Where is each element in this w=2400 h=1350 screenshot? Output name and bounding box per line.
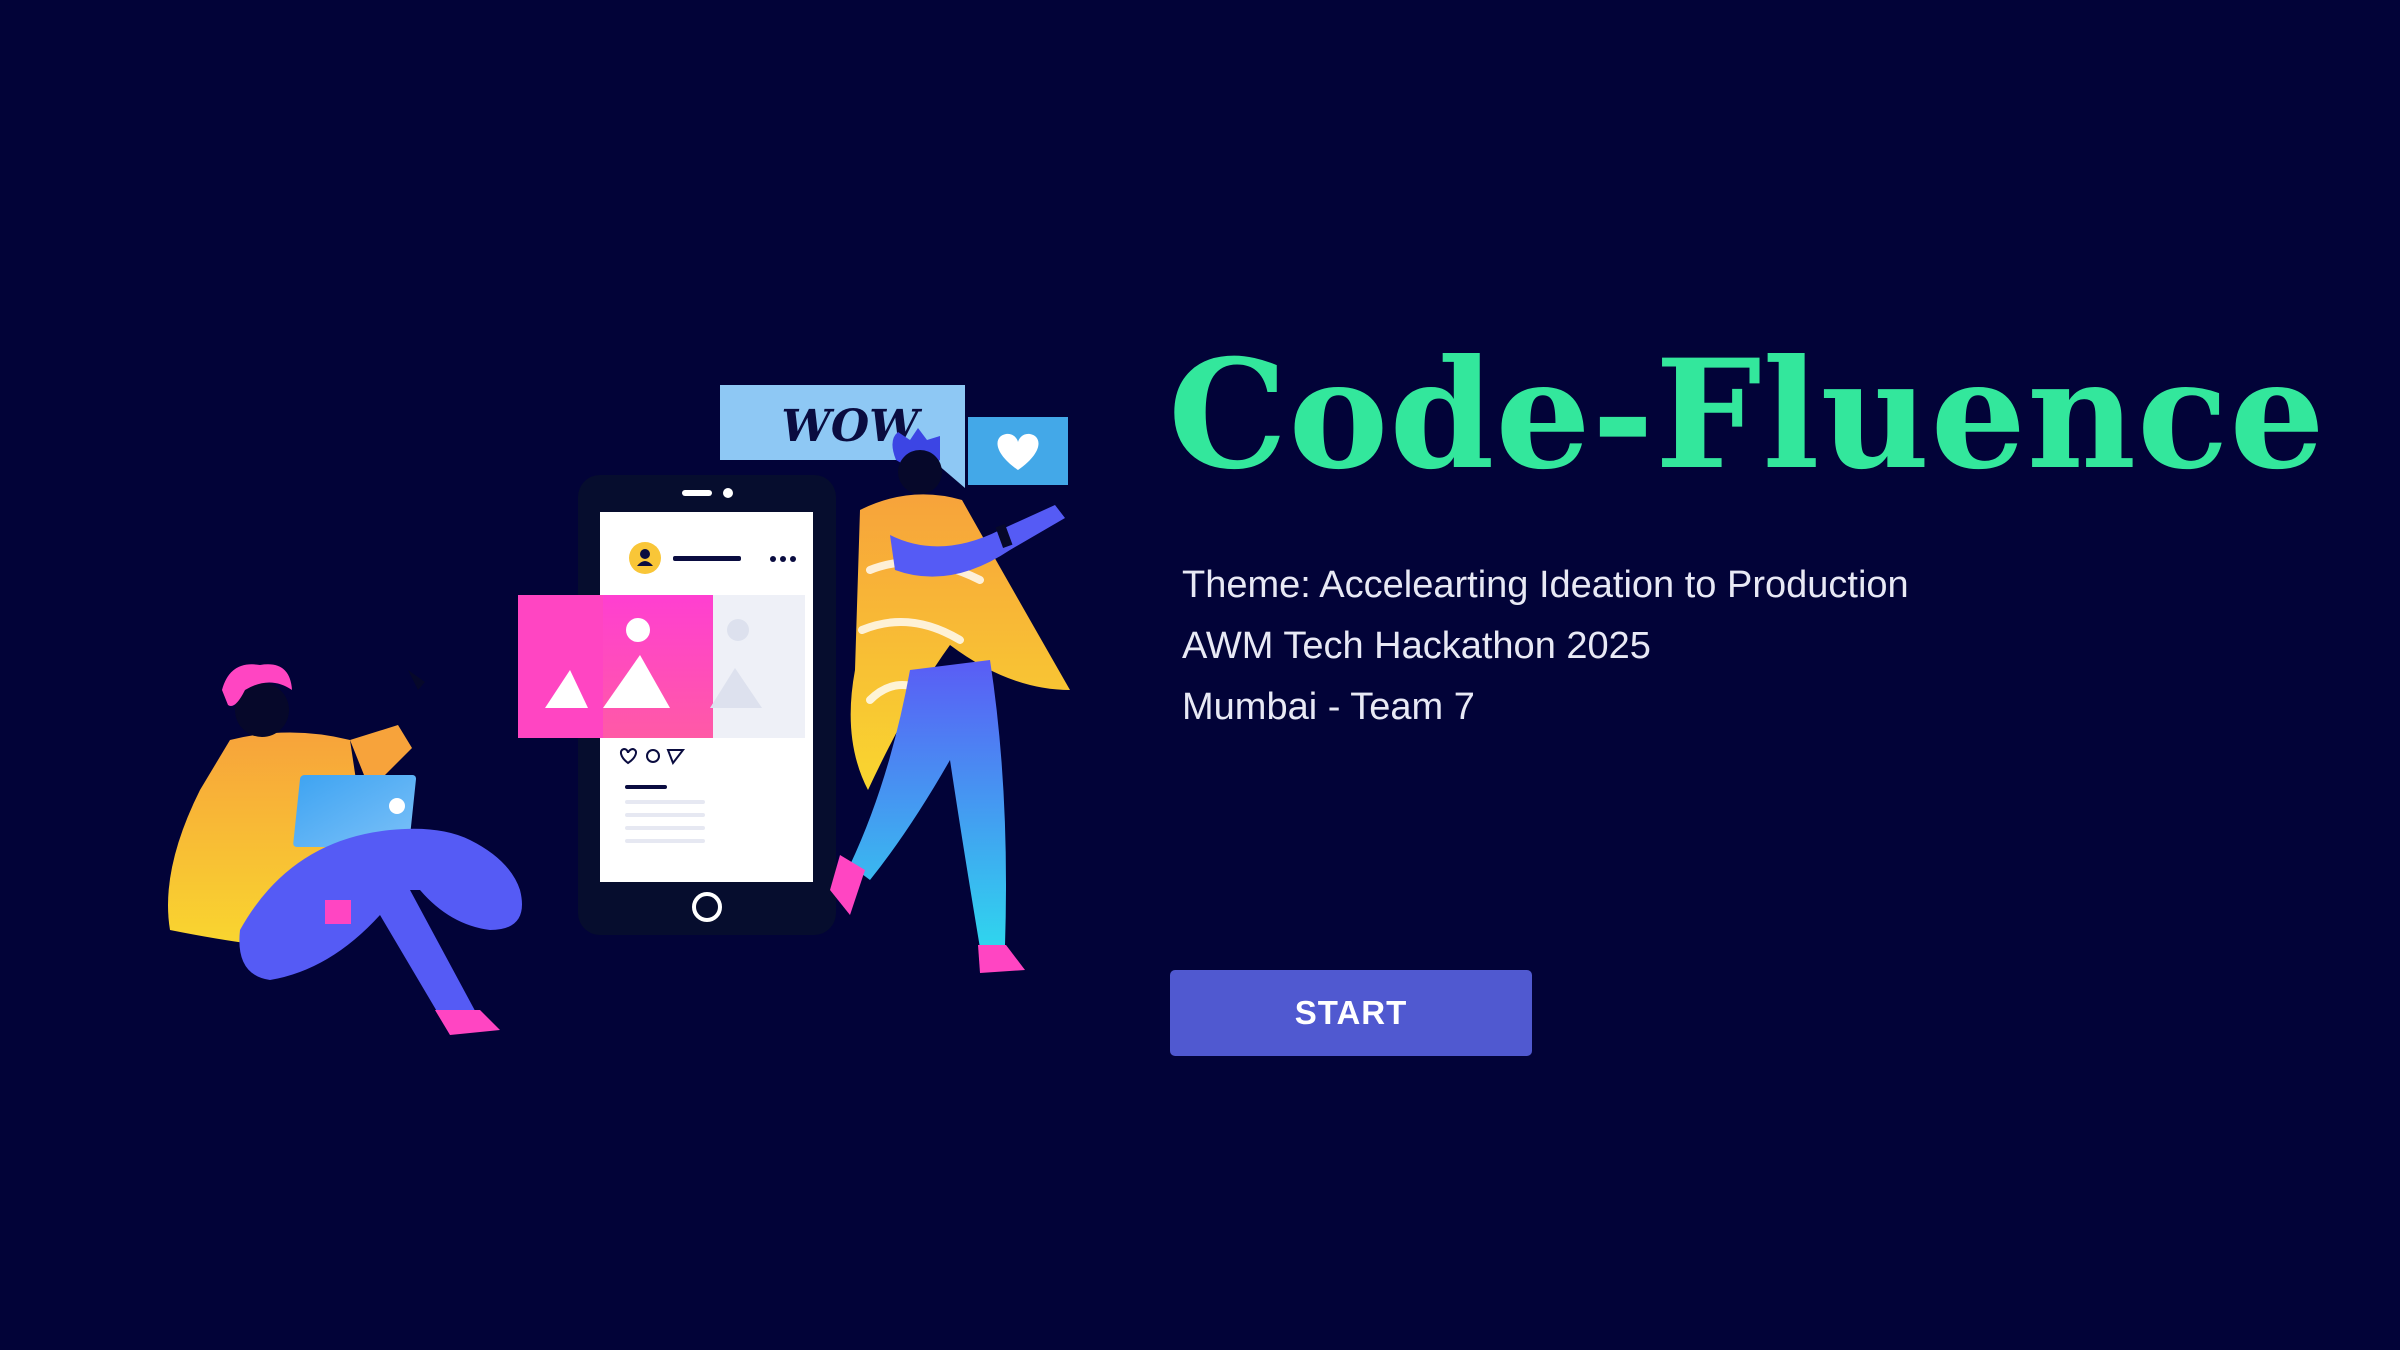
image-icon bbox=[603, 595, 713, 738]
phone-mockup bbox=[518, 475, 836, 935]
dancing-person-figure bbox=[830, 428, 1070, 973]
more-icon bbox=[770, 556, 796, 562]
seated-person-figure bbox=[168, 664, 522, 1035]
theme-text: Theme: Accelearting Ideation to Producti… bbox=[1182, 564, 1909, 606]
hackathon-illustration: WOW bbox=[168, 385, 1070, 1035]
event-name-text: AWM Tech Hackathon 2025 bbox=[1182, 625, 1651, 667]
page-title: Code-Fluence bbox=[1168, 327, 2326, 503]
title-slide: WOW Code-Fluence Theme: Accelearting Ide… bbox=[0, 0, 2400, 1350]
event-details: Theme: Accelearting Ideation to Producti… bbox=[1182, 555, 1909, 738]
apple-logo-icon bbox=[389, 798, 405, 814]
team-location-text: Mumbai - Team 7 bbox=[1182, 686, 1475, 728]
heart-icon bbox=[968, 417, 1068, 485]
start-button[interactable]: START bbox=[1170, 970, 1532, 1056]
